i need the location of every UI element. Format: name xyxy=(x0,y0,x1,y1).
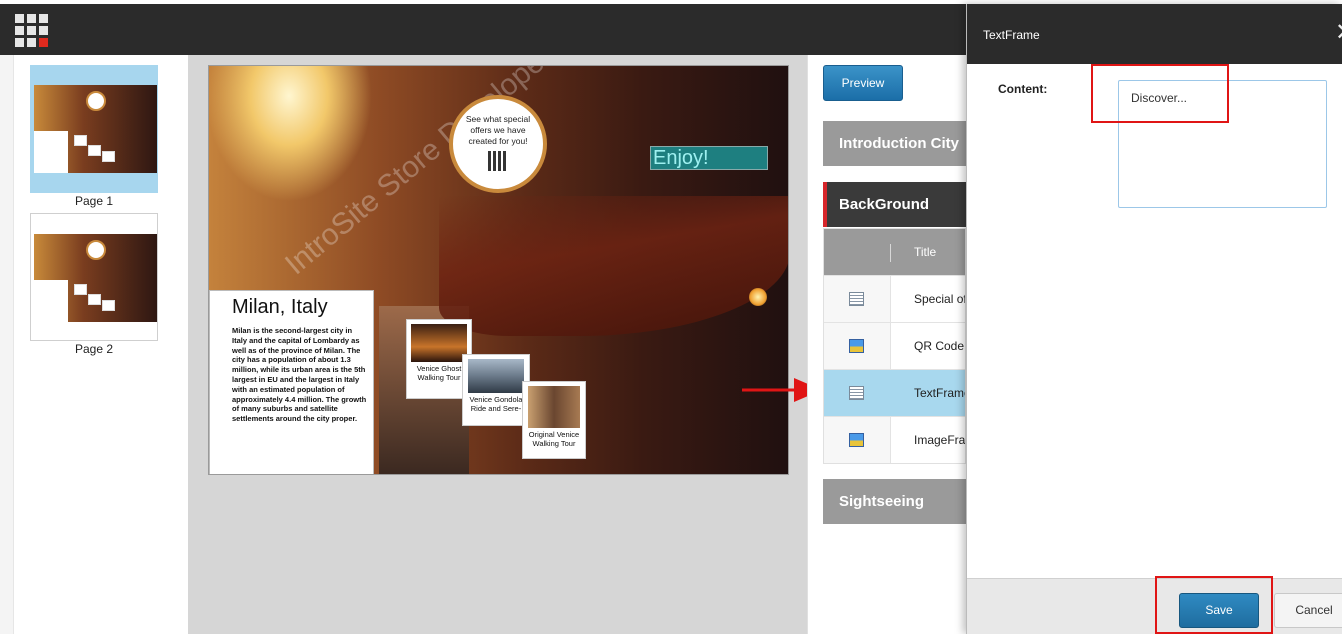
column-separator xyxy=(890,244,891,262)
city-description: Milan is the second-largest city in Ital… xyxy=(232,326,367,424)
annotation-highlight-box xyxy=(1155,576,1273,634)
list-item-label: TextFrame xyxy=(914,386,965,400)
canvas-awning-detail xyxy=(439,196,788,336)
thumbnail-photo xyxy=(102,300,115,311)
list-item-textframe[interactable]: TextFrame xyxy=(824,369,965,416)
city-text-frame[interactable]: Milan, Italy Milan is the second-largest… xyxy=(209,290,374,474)
photo-image xyxy=(528,386,580,428)
textframe-dialog: TextFrame ✕ Content: Discover... Save Ca… xyxy=(966,4,1342,634)
list-item-imageframe[interactable]: ImageFra xyxy=(824,416,965,463)
dialog-header: TextFrame ✕ xyxy=(967,4,1342,64)
photo-image xyxy=(468,359,524,393)
page-thumbnail-1[interactable] xyxy=(30,65,158,193)
section-sightseeing[interactable]: Sightseeing xyxy=(823,479,966,524)
row-icon-cell xyxy=(824,323,891,369)
thumbnail-photo xyxy=(88,145,101,156)
photo-image xyxy=(411,324,467,362)
page-thumbnail-label: Page 1 xyxy=(74,194,114,208)
photo-frame-walking-tour[interactable]: Original Venice Walking Tour xyxy=(522,381,586,459)
qr-code-icon xyxy=(488,151,508,171)
thumbnail-textbox xyxy=(34,131,68,173)
row-icon-cell xyxy=(824,417,891,463)
close-icon[interactable]: ✕ xyxy=(1335,20,1342,46)
photo-caption: Venice Gondola Ride and Sere- xyxy=(469,395,523,413)
elements-list-header: Title xyxy=(824,229,965,275)
row-icon-cell xyxy=(824,370,891,416)
text-frame-icon xyxy=(849,292,864,306)
dialog-title: TextFrame xyxy=(983,28,1040,42)
page-thumbnail-2[interactable] xyxy=(30,213,158,341)
section-introduction-city[interactable]: Introduction City xyxy=(823,121,966,166)
page-thumbnail-label: Page 2 xyxy=(74,342,114,356)
thumbnail-photo xyxy=(74,135,87,146)
page-thumbnail-image xyxy=(34,234,157,322)
enjoy-text-frame[interactable]: Enjoy! xyxy=(650,146,768,170)
elements-list: Title Special of QR Code TextFrame Image… xyxy=(823,228,966,464)
list-item-label: Special of xyxy=(914,292,965,306)
left-scroll-strip xyxy=(0,55,14,634)
cancel-button[interactable]: Cancel xyxy=(1274,593,1342,628)
row-icon-cell xyxy=(824,276,891,322)
page-canvas[interactable]: IntroSite Store Developer Edition See wh… xyxy=(208,65,789,475)
thumbnail-offer-circle xyxy=(86,91,106,111)
column-title-header[interactable]: Title xyxy=(914,245,936,259)
page-thumbnail-image xyxy=(34,85,157,173)
list-item-qr-code[interactable]: QR Code xyxy=(824,322,965,369)
app-grid-icon[interactable] xyxy=(15,14,48,47)
app-window: Page 1 Page 2 IntroSite Store Developer … xyxy=(0,0,1342,634)
special-offers-text: See what special offers we have created … xyxy=(465,114,531,146)
image-frame-icon xyxy=(849,339,864,353)
preview-button[interactable]: Preview xyxy=(823,65,903,101)
thumbnail-photo xyxy=(102,151,115,162)
thumbnail-offer-circle xyxy=(86,240,106,260)
special-offers-frame[interactable]: See what special offers we have created … xyxy=(449,95,547,193)
top-bar xyxy=(0,4,966,55)
image-frame-icon xyxy=(849,433,864,447)
thumbnail-textbox xyxy=(34,280,68,322)
content-label: Content: xyxy=(998,82,1048,96)
photo-caption: Original Venice Walking Tour xyxy=(528,430,580,448)
annotation-highlight-box xyxy=(1091,64,1229,123)
section-background[interactable]: BackGround xyxy=(823,182,966,227)
canvas-lamp-detail xyxy=(749,288,767,306)
thumbnail-photo xyxy=(74,284,87,295)
thumbnail-photo xyxy=(88,294,101,305)
list-item-label: QR Code xyxy=(914,339,965,353)
list-item-special-offers[interactable]: Special of xyxy=(824,275,965,322)
photo-frame-gondola[interactable]: Venice Gondola Ride and Sere- xyxy=(462,354,530,426)
city-title: Milan, Italy xyxy=(232,296,328,318)
list-item-label: ImageFra xyxy=(914,433,965,447)
text-frame-icon xyxy=(849,386,864,400)
